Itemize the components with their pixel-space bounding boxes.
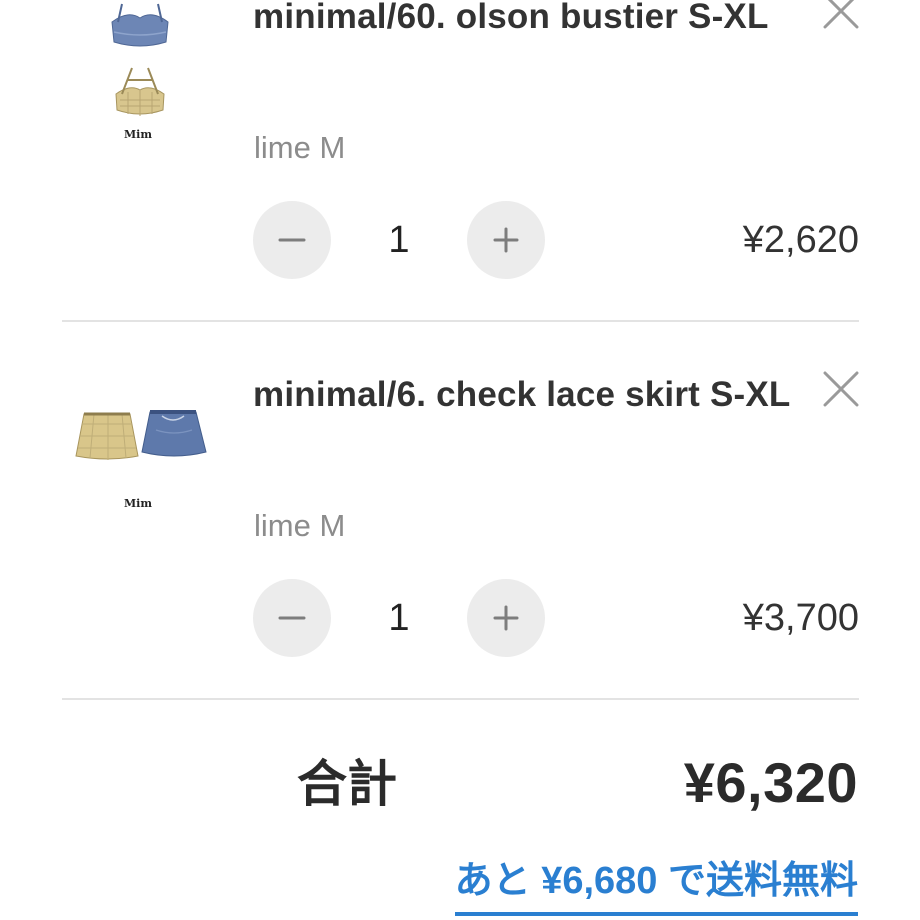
brand-mark: Mim bbox=[124, 128, 152, 140]
divider bbox=[62, 320, 859, 322]
quantity-stepper: 1 ¥3,700 bbox=[253, 579, 859, 657]
product-title[interactable]: minimal/60. olson bustier S-XL bbox=[253, 0, 793, 49]
remove-item-button[interactable] bbox=[822, 370, 860, 408]
free-shipping-link[interactable]: あと ¥6,680 で送料無料 bbox=[454, 854, 858, 916]
product-title[interactable]: minimal/6. check lace skirt S-XL bbox=[253, 362, 793, 427]
increase-quantity-button[interactable] bbox=[467, 201, 545, 279]
total-label: 合計 bbox=[297, 756, 397, 812]
item-price: ¥3,700 bbox=[742, 597, 859, 639]
minus-icon bbox=[278, 616, 306, 620]
lime-skirt-image bbox=[75, 412, 139, 460]
quantity-value[interactable]: 1 bbox=[371, 579, 427, 657]
close-icon bbox=[823, 0, 859, 29]
blue-skirt-image bbox=[141, 410, 207, 457]
quantity-stepper: 1 ¥2,620 bbox=[253, 201, 859, 279]
minus-icon bbox=[278, 238, 306, 242]
cart-item: Mim minimal/6. check lace skirt S-XL lim… bbox=[0, 350, 920, 700]
divider bbox=[62, 698, 859, 700]
blue-bustier-image bbox=[111, 3, 169, 47]
product-variant: lime M bbox=[254, 130, 346, 165]
plus-icon bbox=[493, 605, 519, 631]
plus-icon bbox=[493, 227, 519, 253]
product-variant: lime M bbox=[254, 508, 346, 543]
quantity-value[interactable]: 1 bbox=[371, 201, 427, 279]
product-thumbnail[interactable]: Mim bbox=[70, 390, 210, 530]
total-value: ¥6,320 bbox=[683, 751, 858, 814]
cart-item: Mim minimal/60. olson bustier S-XL lime … bbox=[0, 0, 920, 322]
increase-quantity-button[interactable] bbox=[467, 579, 545, 657]
product-thumbnail[interactable]: Mim bbox=[70, 0, 210, 141]
remove-item-button[interactable] bbox=[822, 0, 860, 30]
decrease-quantity-button[interactable] bbox=[253, 201, 331, 279]
brand-mark: Mim bbox=[124, 497, 152, 510]
item-price: ¥2,620 bbox=[742, 219, 859, 261]
close-icon bbox=[823, 371, 859, 407]
lime-bustier-image bbox=[115, 67, 165, 116]
decrease-quantity-button[interactable] bbox=[253, 579, 331, 657]
